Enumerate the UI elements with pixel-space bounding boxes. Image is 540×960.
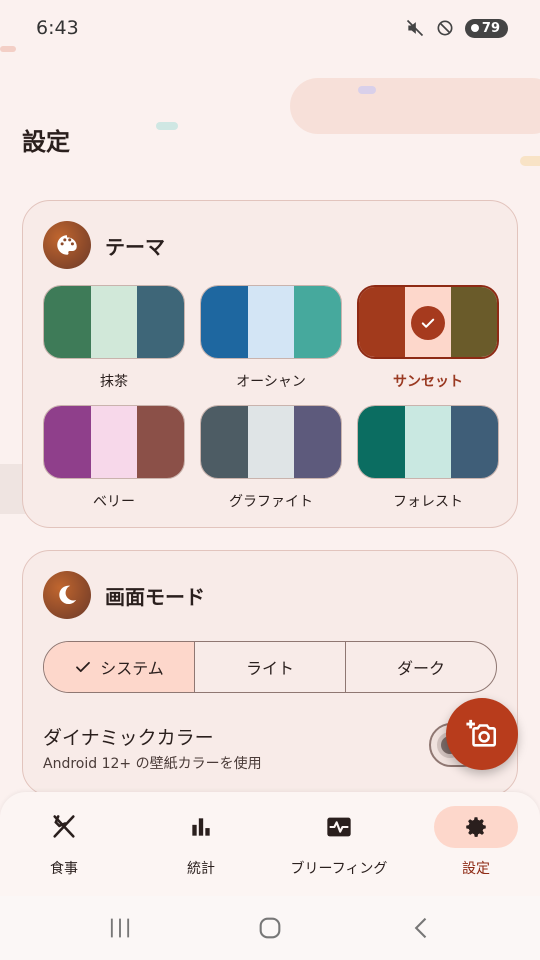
gear-icon: [466, 817, 486, 837]
theme-swatch: [357, 285, 499, 359]
segment-dark[interactable]: ダーク: [345, 642, 496, 692]
theme-card: テーマ 抹茶 オーシャン サンセット ベリー グラファイト フォレスト: [22, 200, 518, 528]
theme-option-graphite[interactable]: グラファイト: [200, 405, 342, 511]
background-decoration: [290, 78, 540, 134]
dynamic-color-subtitle: Android 12+ の壁紙カラーを使用: [43, 756, 262, 772]
nav-label: ブリーフィング: [290, 861, 388, 877]
theme-label: 抹茶: [100, 374, 128, 390]
dynamic-color-title: ダイナミックカラー: [43, 727, 214, 749]
page-title: 設定: [22, 128, 70, 156]
theme-option-sunset[interactable]: サンセット: [357, 285, 499, 391]
nav-item-settings[interactable]: 設定: [414, 806, 538, 878]
home-icon[interactable]: [256, 914, 284, 942]
utensils-icon: [53, 815, 75, 838]
nav-item-meals[interactable]: 食事: [2, 806, 126, 878]
back-icon[interactable]: [408, 914, 436, 942]
theme-swatch: [357, 405, 499, 479]
mode-card-header: 画面モード: [43, 571, 205, 619]
segment-system[interactable]: システム: [44, 642, 194, 692]
theme-label: オーシャン: [236, 374, 306, 390]
recent-apps-icon[interactable]: [106, 914, 134, 942]
moon-icon: [43, 571, 91, 619]
display-mode-card: 画面モード システム ライト ダーク ダイナミックカラー Android 12+…: [22, 550, 518, 796]
status-bar: 6:43 79: [0, 0, 540, 56]
theme-swatch: [200, 285, 342, 359]
background-decoration: [520, 156, 540, 166]
background-decoration: [358, 86, 376, 94]
mute-icon: [406, 19, 423, 37]
nav-label: 設定: [462, 861, 490, 877]
theme-swatch: [43, 405, 185, 479]
display-mode-segmented-button: システム ライト ダーク: [43, 641, 497, 693]
palette-icon: [43, 221, 91, 269]
do-not-disturb-icon: [437, 20, 453, 36]
background-decoration: [0, 46, 16, 52]
nav-item-stats[interactable]: 統計: [139, 806, 263, 878]
check-icon: [411, 306, 445, 340]
status-time: 6:43: [36, 17, 79, 39]
nav-label: 統計: [187, 861, 215, 877]
nav-item-briefing[interactable]: ブリーフィング: [277, 806, 401, 878]
bottom-navigation: 食事 統計 ブリーフィング 設定: [0, 792, 540, 896]
theme-label: グラファイト: [229, 494, 313, 510]
theme-option-ocean[interactable]: オーシャン: [200, 285, 342, 391]
theme-option-berry[interactable]: ベリー: [43, 405, 185, 511]
theme-label: サンセット: [393, 374, 463, 390]
theme-swatch: [200, 405, 342, 479]
segment-label: ライト: [245, 659, 294, 678]
nav-label: 食事: [50, 861, 78, 877]
battery-indicator: 79: [464, 18, 508, 38]
segment-label: ダーク: [396, 659, 445, 678]
pulse-monitor-icon: [327, 817, 351, 837]
battery-icon: [470, 24, 479, 32]
add-photo-fab[interactable]: [446, 698, 518, 770]
theme-option-matcha[interactable]: 抹茶: [43, 285, 185, 391]
mode-card-title: 画面モード: [105, 584, 205, 609]
background-decoration: [156, 122, 178, 130]
theme-label: ベリー: [93, 494, 135, 510]
theme-card-header: テーマ: [43, 221, 165, 269]
add-camera-icon: [466, 719, 497, 747]
theme-swatch: [43, 285, 185, 359]
theme-card-title: テーマ: [105, 234, 165, 259]
segment-light[interactable]: ライト: [194, 642, 345, 692]
system-navigation-bar: [0, 896, 540, 960]
check-icon: [76, 661, 91, 673]
theme-option-forest[interactable]: フォレスト: [357, 405, 499, 511]
battery-level: 79: [481, 20, 500, 36]
bar-chart-icon: [192, 818, 210, 836]
theme-label: フォレスト: [393, 494, 463, 510]
segment-label: システム: [100, 659, 164, 678]
